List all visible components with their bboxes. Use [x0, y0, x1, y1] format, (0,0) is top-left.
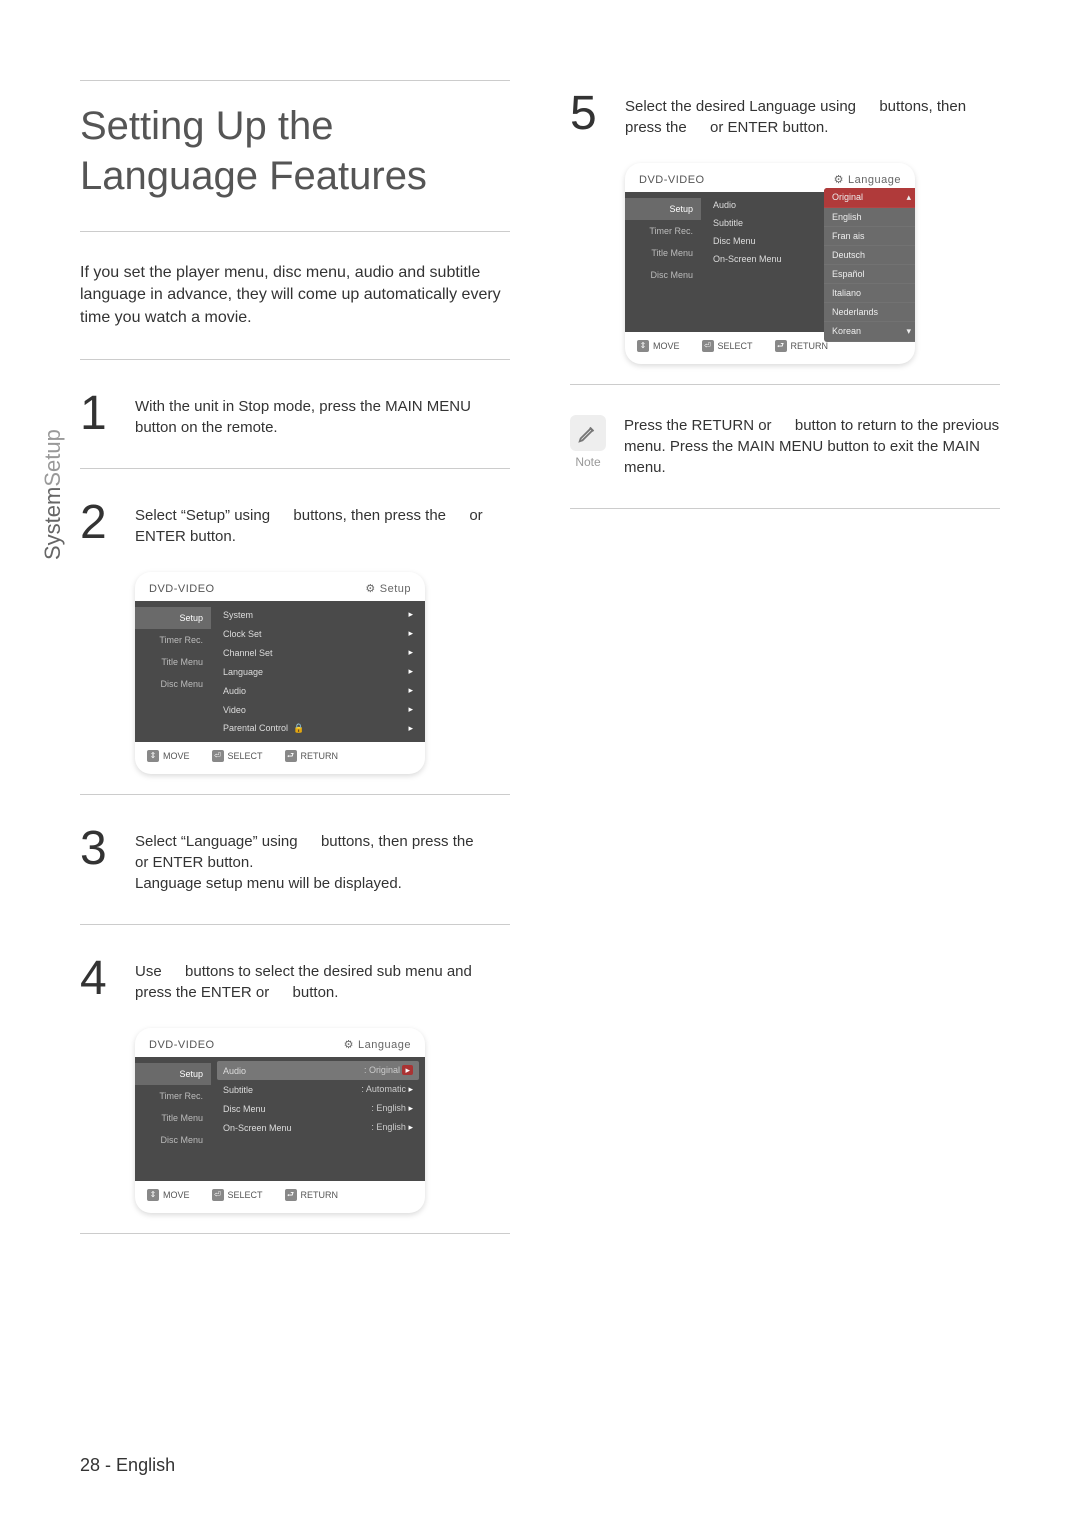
note-block: Note Press the RETURN or button to retur… [570, 405, 1000, 488]
intro-text: If you set the player menu, disc menu, a… [80, 262, 510, 329]
language-option[interactable]: Nederlands [824, 303, 915, 322]
step-number: 3 [80, 825, 120, 894]
option-row[interactable]: Language▸ [217, 662, 419, 681]
step-number: 4 [80, 955, 120, 1003]
dvd-panel-language-dropdown: DVD-VIDEO ⚙ Language Setup Timer Rec. Ti… [625, 163, 915, 364]
option-row[interactable]: System▸ [217, 605, 419, 624]
panel-header: DVD-VIDEO ⚙ Setup [135, 572, 425, 601]
step-1: 1 With the unit in Stop mode, press the … [80, 380, 510, 448]
left-nav-item[interactable]: Disc Menu [625, 264, 701, 286]
panel-title: DVD-VIDEO [149, 583, 215, 595]
dvd-panel-language: DVD-VIDEO ⚙ Language Setup Timer Rec. Ti… [135, 1028, 425, 1213]
return-hint: ⮐RETURN [775, 340, 829, 352]
option-row[interactable]: Disc Menu: English ▸ [217, 1099, 419, 1118]
section-label: SystemSetup [40, 429, 66, 560]
page-title: Setting Up the Language Features [80, 101, 510, 201]
panel-footer: ⇕MOVE ⏎SELECT ⮐RETURN [135, 742, 425, 774]
move-hint: ⇕MOVE [147, 1189, 190, 1201]
pencil-icon [570, 415, 606, 451]
left-nav-item[interactable]: Setup [625, 198, 701, 220]
left-nav-item[interactable]: Disc Menu [135, 673, 211, 695]
panel-options: System▸ Clock Set▸ Channel Set▸ Language… [211, 601, 425, 742]
panel-left-nav: Setup Timer Rec. Title Menu Disc Menu [135, 1057, 211, 1181]
move-hint: ⇕MOVE [147, 750, 190, 762]
step-number: 5 [570, 90, 610, 138]
note-icon-wrap: Note [570, 415, 606, 478]
return-hint: ⮐RETURN [285, 750, 339, 762]
select-hint: ⏎SELECT [702, 340, 753, 352]
left-nav-item[interactable]: Title Menu [135, 651, 211, 673]
left-nav-item[interactable]: Title Menu [135, 1107, 211, 1129]
left-nav-item[interactable]: Disc Menu [135, 1129, 211, 1151]
language-dropdown[interactable]: Original▴ English Fran ais Deutsch Españ… [824, 188, 915, 342]
return-hint: ⮐RETURN [285, 1189, 339, 1201]
panel-title: DVD-VIDEO [639, 174, 705, 186]
divider [80, 1233, 510, 1234]
language-option[interactable]: English [824, 208, 915, 227]
language-option[interactable]: Korean▾ [824, 322, 915, 342]
divider [80, 794, 510, 795]
step-2: 2 Select “Setup” using buttons, then pre… [80, 489, 510, 557]
step-text: With the unit in Stop mode, press the MA… [135, 390, 510, 438]
left-nav-item[interactable]: Setup [135, 607, 211, 629]
step-text: Select “Setup” using buttons, then press… [135, 499, 510, 547]
language-option[interactable]: Italiano [824, 284, 915, 303]
option-row[interactable]: Audio▸ [217, 681, 419, 700]
panel-options: Audio Subtitle Disc Menu On-Screen Menu … [701, 192, 915, 332]
left-nav-item[interactable]: Timer Rec. [135, 629, 211, 651]
left-nav-item[interactable]: Setup [135, 1063, 211, 1085]
panel-header: DVD-VIDEO ⚙ Language [135, 1028, 425, 1057]
step-4: 4 Use buttons to select the desired sub … [80, 945, 510, 1013]
option-row[interactable]: Channel Set▸ [217, 643, 419, 662]
option-row[interactable]: Parental Control 🔒▸ [217, 719, 419, 738]
step-5: 5 Select the desired Language using butt… [570, 80, 1000, 148]
divider [80, 924, 510, 925]
page-footer: 28 - English [80, 1455, 175, 1476]
divider [570, 508, 1000, 509]
step-number: 1 [80, 390, 120, 438]
step-text: Select “Language” using buttons, then pr… [135, 825, 510, 894]
note-label: Note [575, 455, 600, 469]
panel-crumb: ⚙ Language [834, 173, 901, 186]
panel-left-nav: Setup Timer Rec. Title Menu Disc Menu [135, 601, 211, 742]
step-number: 2 [80, 499, 120, 547]
language-option[interactable]: Español [824, 265, 915, 284]
panel-options: Audio: Original ▸ Subtitle: Automatic ▸ … [211, 1057, 425, 1181]
divider [570, 384, 1000, 385]
move-hint: ⇕MOVE [637, 340, 680, 352]
step-text: Use buttons to select the desired sub me… [135, 955, 510, 1003]
option-row[interactable]: Audio: Original ▸ [217, 1061, 419, 1080]
language-option[interactable]: Deutsch [824, 246, 915, 265]
divider [80, 359, 510, 360]
note-text: Press the RETURN or button to return to … [624, 415, 1000, 478]
panel-footer: ⇕MOVE ⏎SELECT ⮐RETURN [135, 1181, 425, 1213]
language-option[interactable]: Original▴ [824, 188, 915, 208]
left-nav-item[interactable]: Title Menu [625, 242, 701, 264]
page-title-box: Setting Up the Language Features [80, 80, 510, 232]
option-row[interactable]: Subtitle: Automatic ▸ [217, 1080, 419, 1099]
step-text: Select the desired Language using button… [625, 90, 1000, 138]
panel-crumb: ⚙ Setup [365, 582, 411, 595]
divider [80, 468, 510, 469]
select-hint: ⏎SELECT [212, 1189, 263, 1201]
step-3: 3 Select “Language” using buttons, then … [80, 815, 510, 904]
panel-title: DVD-VIDEO [149, 1039, 215, 1051]
panel-crumb: ⚙ Language [344, 1038, 411, 1051]
option-row[interactable]: Clock Set▸ [217, 624, 419, 643]
select-hint: ⏎SELECT [212, 750, 263, 762]
option-row[interactable]: Video▸ [217, 700, 419, 719]
left-nav-item[interactable]: Timer Rec. [135, 1085, 211, 1107]
option-row[interactable]: On-Screen Menu: English ▸ [217, 1118, 419, 1137]
left-nav-item[interactable]: Timer Rec. [625, 220, 701, 242]
language-option[interactable]: Fran ais [824, 227, 915, 246]
panel-left-nav: Setup Timer Rec. Title Menu Disc Menu [625, 192, 701, 332]
dvd-panel-setup: DVD-VIDEO ⚙ Setup Setup Timer Rec. Title… [135, 572, 425, 774]
